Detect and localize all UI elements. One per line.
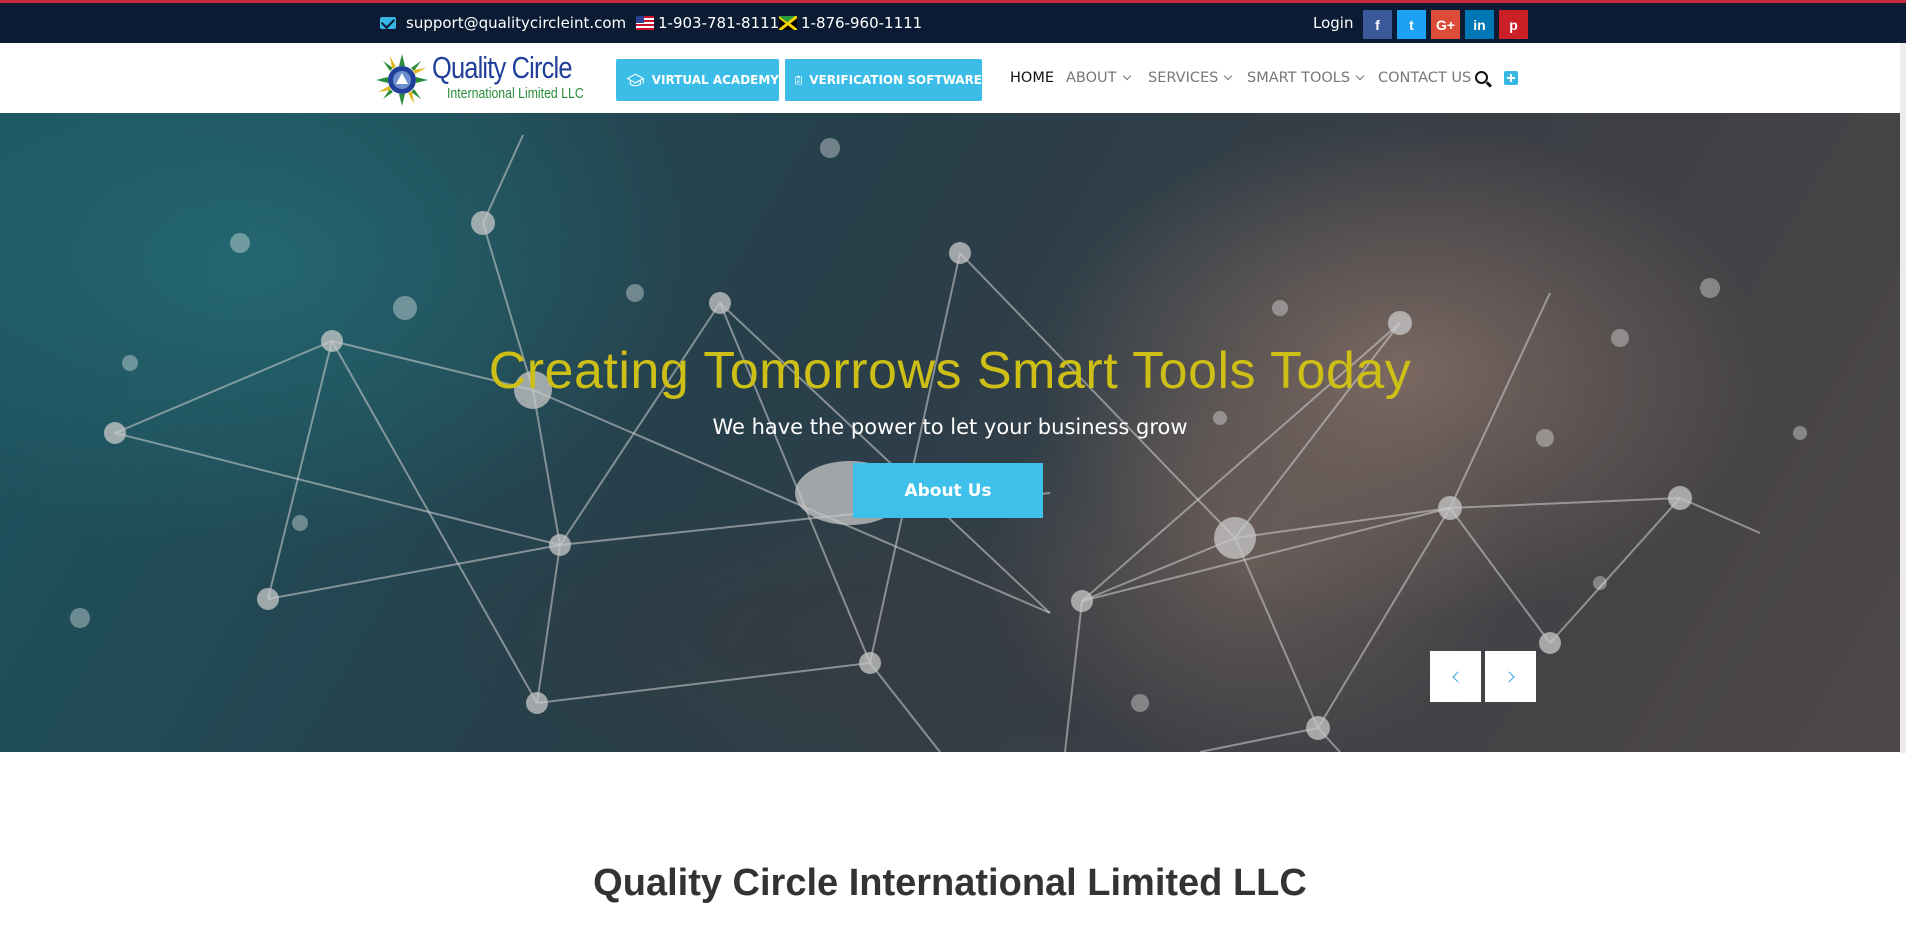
phone-us-text: 1-903-781-8111 <box>658 14 780 32</box>
chevron-down-icon <box>1224 71 1233 81</box>
slider-next-button[interactable] <box>1485 651 1536 702</box>
plus-square-icon[interactable] <box>1504 71 1518 85</box>
contact-email[interactable]: support@qualitycircleint.com <box>380 3 626 43</box>
nav-home[interactable]: HOME <box>1010 43 1054 113</box>
nav-services-label: SERVICES <box>1148 70 1219 86</box>
section-title: Quality Circle International Limited LLC <box>593 862 1307 904</box>
virtual-academy-label: VIRTUAL ACADEMY <box>651 73 779 87</box>
verification-software-label: VERIFICATION SOFTWARE <box>809 73 982 87</box>
email-text: support@qualitycircleint.com <box>406 14 627 32</box>
scrollbar-track[interactable] <box>1900 43 1906 753</box>
logo-emblem-icon <box>376 54 428 106</box>
facebook-icon[interactable]: f <box>1363 10 1392 39</box>
logo[interactable]: Quality Circle International Limited LLC <box>374 50 596 106</box>
twitter-icon[interactable]: t <box>1397 10 1426 39</box>
nav-contact[interactable]: CONTACT US <box>1378 43 1471 113</box>
chevron-right-icon <box>1502 670 1515 683</box>
nav-about-label: ABOUT <box>1066 70 1117 86</box>
envelope-icon <box>380 17 396 29</box>
chevron-down-icon <box>1122 71 1131 81</box>
linkedin-icon[interactable]: in <box>1465 10 1494 39</box>
google-plus-icon[interactable]: G+ <box>1431 10 1460 39</box>
jamaica-flag-icon <box>779 16 797 30</box>
login-link[interactable]: Login <box>1313 3 1353 43</box>
logo-subtitle: International Limited LLC <box>447 85 584 102</box>
chevron-down-icon <box>1355 71 1365 81</box>
main-navbar: Quality Circle International Limited LLC… <box>0 43 1906 113</box>
hero-slider: Creating Tomorrows Smart Tools Today We … <box>0 113 1900 752</box>
nav-smart-tools[interactable]: SMART TOOLS <box>1247 43 1365 113</box>
chevron-left-icon <box>1451 670 1464 683</box>
search-icon[interactable] <box>1475 71 1488 84</box>
graduation-cap-icon <box>626 73 645 87</box>
hero-title: Creating Tomorrows Smart Tools Today <box>488 342 1412 400</box>
nav-smart-tools-label: SMART TOOLS <box>1247 70 1351 86</box>
clipboard-icon <box>795 75 802 85</box>
us-flag-icon <box>636 16 654 30</box>
top-bar: support@qualitycircleint.com 1-903-781-8… <box>0 3 1906 43</box>
phone-jm-text: 1-876-960-1111 <box>801 14 923 32</box>
verification-software-button[interactable]: VERIFICATION SOFTWARE <box>785 59 982 101</box>
nav-about[interactable]: ABOUT <box>1066 43 1131 113</box>
nav-services[interactable]: SERVICES <box>1148 43 1233 113</box>
hero-subtitle: We have the power to let your business g… <box>712 415 1188 439</box>
virtual-academy-button[interactable]: VIRTUAL ACADEMY <box>616 59 779 101</box>
slider-prev-button[interactable] <box>1430 651 1481 702</box>
about-us-button[interactable]: About Us <box>853 463 1043 518</box>
contact-phone-us[interactable]: 1-903-781-8111 <box>636 3 779 43</box>
pinterest-icon[interactable]: p <box>1499 10 1528 39</box>
logo-title: Quality Circle <box>432 50 572 85</box>
contact-phone-jm[interactable]: 1-876-960-1111 <box>779 3 922 43</box>
